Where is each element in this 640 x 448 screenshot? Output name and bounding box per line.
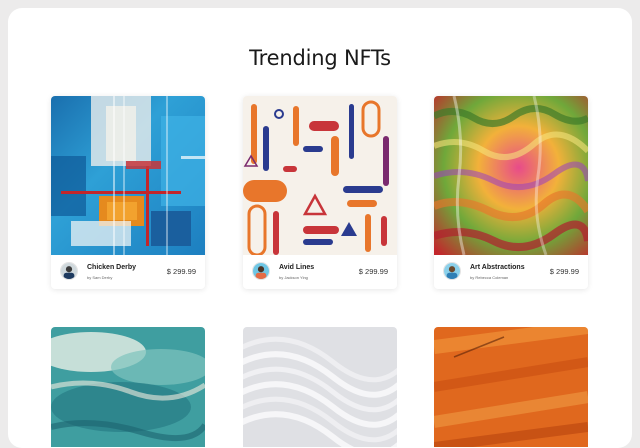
avatar[interactable] — [60, 262, 78, 280]
nft-author[interactable]: by Rebecca Coleman — [470, 275, 508, 280]
nft-card-teal-texture[interactable] — [51, 327, 205, 447]
avatar[interactable] — [252, 262, 270, 280]
nft-artwork-image[interactable] — [434, 327, 588, 447]
nft-price: $ 299.99 — [549, 267, 579, 276]
nft-title[interactable]: Avid Lines — [279, 264, 314, 271]
page-title: Trending NFTs — [249, 46, 391, 70]
nft-card-art-abstractions[interactable]: Art Abstractions by Rebecca Coleman $ 29… — [434, 96, 588, 289]
nft-artwork-image[interactable] — [51, 327, 205, 447]
nft-artwork-image[interactable] — [51, 96, 205, 255]
nft-price: $ 299.99 — [166, 267, 196, 276]
nft-title[interactable]: Art Abstractions — [470, 264, 525, 271]
nft-price: $ 299.99 — [358, 267, 388, 276]
nft-artwork-image[interactable] — [243, 327, 397, 447]
nft-card-chicken-derby[interactable]: Chicken Derby by Sam Derby $ 299.99 — [51, 96, 205, 289]
nft-author[interactable]: by Jackson Ying — [279, 275, 308, 280]
page-panel: Trending NFTs Chicken Derby by Sam Derby… — [8, 8, 632, 448]
nft-title[interactable]: Chicken Derby — [87, 264, 136, 271]
avatar[interactable] — [443, 262, 461, 280]
nft-artwork-image[interactable] — [243, 96, 397, 255]
nft-card-avid-lines[interactable]: Avid Lines by Jackson Ying $ 299.99 — [243, 96, 397, 289]
nft-card-white-waves[interactable] — [243, 327, 397, 447]
nft-card-orange-texture[interactable] — [434, 327, 588, 447]
nft-author[interactable]: by Sam Derby — [87, 275, 112, 280]
nft-artwork-image[interactable] — [434, 96, 588, 255]
